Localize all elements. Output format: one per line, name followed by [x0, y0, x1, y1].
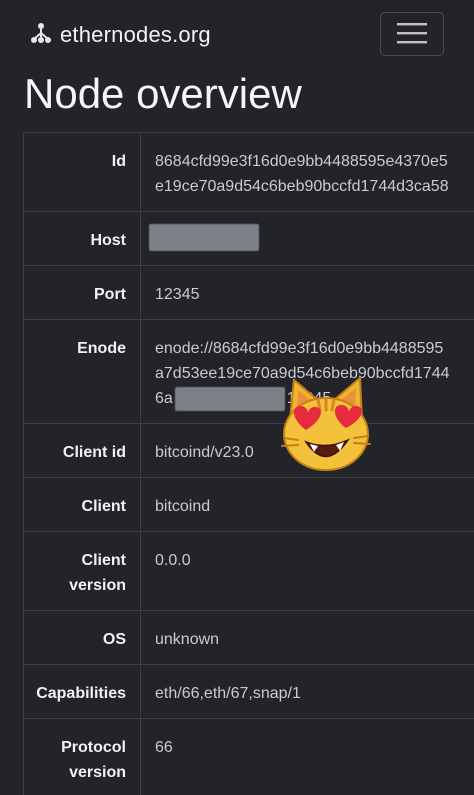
row-label: Client id	[23, 423, 141, 478]
hamburger-icon	[397, 21, 427, 48]
row-label: Id	[23, 132, 141, 212]
row-label: OS	[23, 610, 141, 665]
table-row: Host	[23, 211, 474, 266]
row-label: Enode	[23, 319, 141, 424]
redacted-host	[149, 224, 259, 251]
heart-eyes-cat-icon	[281, 375, 371, 471]
table-row: Client version 0.0.0	[23, 531, 474, 611]
row-value: unknown	[140, 610, 474, 665]
row-label: Host	[23, 211, 141, 266]
row-value: 12345	[140, 265, 474, 320]
table-row: Client id bitcoind/v23.0	[23, 423, 474, 478]
row-label: Client	[23, 477, 141, 532]
row-value: bitcoind	[140, 477, 474, 532]
brand-text: ethernodes.org	[60, 22, 211, 47]
label-line: Client	[81, 552, 126, 569]
enode-prefix: 6a	[155, 390, 173, 407]
row-value: 0.0.0	[140, 531, 474, 611]
table-row: OS unknown	[23, 610, 474, 665]
table-row: Enode enode://8684cfd99e3f16d0e9bb448859…	[23, 319, 474, 424]
page-title: Node overview	[24, 70, 302, 117]
label-line: version	[69, 577, 126, 594]
table-row: Port 12345	[23, 265, 474, 320]
id-line-1: 8684cfd99e3f16d0e9bb4488595e4370e5	[155, 153, 448, 170]
row-value[interactable]: 8684cfd99e3f16d0e9bb4488595e4370e5 e19ce…	[140, 132, 474, 212]
table-row: Id 8684cfd99e3f16d0e9bb4488595e4370e5 e1…	[23, 132, 474, 212]
enode-line-1: enode://8684cfd99e3f16d0e9bb4488595	[155, 340, 444, 357]
node-details-table: Id 8684cfd99e3f16d0e9bb4488595e4370e5 e1…	[23, 132, 474, 795]
row-label: Port	[23, 265, 141, 320]
row-label: Protocol version	[23, 718, 141, 795]
row-value: eth/66,eth/67,snap/1	[140, 664, 474, 719]
node-tree-icon	[30, 22, 52, 49]
label-line: Protocol	[61, 739, 126, 756]
table-row: Protocol version 66	[23, 718, 474, 795]
label-line: version	[69, 764, 126, 781]
row-label: Capabilities	[23, 664, 141, 719]
table-row: Capabilities eth/66,eth/67,snap/1	[23, 664, 474, 719]
brand-link[interactable]: ethernodes.org	[30, 18, 211, 52]
menu-toggle-button[interactable]	[380, 12, 444, 56]
row-value	[140, 211, 474, 266]
id-line-2: e19ce70a9d54c6beb90bccfd1744d3ca58	[155, 178, 449, 195]
table-row: Client bitcoind	[23, 477, 474, 532]
row-value: 66	[140, 718, 474, 795]
navbar: ethernodes.org	[0, 0, 474, 68]
row-label: Client version	[23, 531, 141, 611]
